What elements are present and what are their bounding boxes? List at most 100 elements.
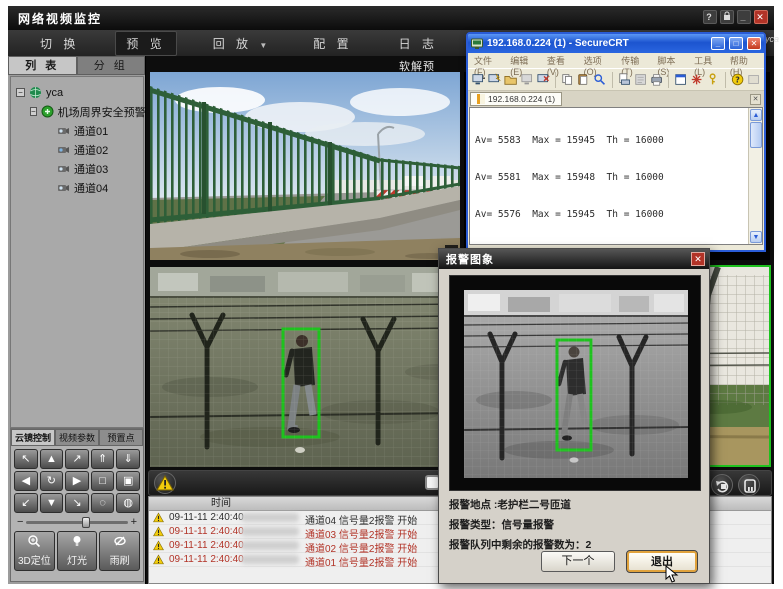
- menu-config[interactable]: 配 置: [303, 32, 362, 55]
- speed-slider[interactable]: [26, 521, 127, 524]
- crt-menu-view[interactable]: 查看(V): [547, 54, 575, 67]
- sessions-folder-icon[interactable]: [504, 72, 517, 87]
- collapse-icon[interactable]: −: [30, 107, 37, 116]
- tree-node-channel-01[interactable]: 通道01: [11, 121, 143, 140]
- ptz-iris-open-button[interactable]: ◌: [91, 493, 115, 513]
- tab-list[interactable]: 列 表: [8, 56, 77, 75]
- help-icon[interactable]: ?: [731, 72, 744, 87]
- wiper-button[interactable]: 雨刷: [99, 531, 140, 571]
- slider-plus-label[interactable]: +: [131, 516, 137, 528]
- copy-icon[interactable]: [561, 72, 574, 87]
- tree-node-group[interactable]: − 机场周界安全预警: [11, 102, 143, 121]
- ptz-pan-down-button[interactable]: ▼: [40, 493, 64, 513]
- next-alarm-button[interactable]: 下一个: [541, 551, 615, 572]
- tab-presets[interactable]: 预置点: [99, 429, 143, 446]
- alarm-image-dialog[interactable]: 报警图象 ✕: [438, 248, 710, 584]
- find-icon[interactable]: [593, 72, 606, 87]
- menu-switch[interactable]: 切 换: [30, 32, 89, 55]
- tree-node-channel-02[interactable]: 通道02: [11, 140, 143, 159]
- crt-minimize-button[interactable]: _: [711, 37, 725, 50]
- crt-maximize-button[interactable]: □: [729, 37, 743, 50]
- tab-ptz-control[interactable]: 云镜控制: [11, 429, 55, 446]
- tab-group[interactable]: 分 组: [77, 56, 146, 75]
- quick-connect-icon[interactable]: [488, 72, 501, 87]
- ptz-zoom-in-button[interactable]: ⇑: [91, 449, 115, 469]
- warning-triangle-icon: [153, 512, 164, 526]
- session-tab[interactable]: 192.168.0.224 (1): [470, 92, 562, 106]
- tab-close-icon[interactable]: ✕: [750, 94, 761, 105]
- light-button[interactable]: 灯光: [57, 531, 98, 571]
- about-icon[interactable]: [747, 72, 760, 87]
- ptz-button-grid: ↖ ▲ ↗ ⇑ ⇓ ◀ ↻ ▶ □ ▣ ↙ ▼ ↘ ◌ ◍: [11, 446, 143, 514]
- ptz-pan-up-right-button[interactable]: ↗: [65, 449, 89, 469]
- menu-preview[interactable]: 预 览: [115, 31, 176, 56]
- ptz-pan-down-right-button[interactable]: ↘: [65, 493, 89, 513]
- menu-playback[interactable]: 回 放 ▼: [203, 32, 278, 55]
- redacted-smudge: [241, 527, 299, 536]
- scroll-down-icon[interactable]: ▼: [750, 231, 762, 243]
- slider-thumb[interactable]: [82, 517, 90, 528]
- crt-close-button[interactable]: ✕: [747, 37, 761, 50]
- video-channel-bottom-left[interactable]: [150, 267, 460, 467]
- replay-icon: [712, 475, 734, 497]
- collapse-icon[interactable]: −: [16, 88, 25, 97]
- securecrt-window[interactable]: 192.168.0.224 (1) - SecureCRT _ □ ✕ 文件(F…: [466, 32, 766, 252]
- pause-record-button[interactable]: [738, 474, 760, 496]
- crt-menu-transfer[interactable]: 传输(T): [621, 54, 648, 67]
- ptz-pan-up-left-button[interactable]: ↖: [14, 449, 38, 469]
- menu-log[interactable]: 日 志: [389, 32, 448, 55]
- camera-icon: [57, 181, 70, 194]
- 3d-locate-button[interactable]: 3D定位: [14, 531, 55, 571]
- print-preview-icon[interactable]: [618, 72, 631, 87]
- ptz-pan-up-button[interactable]: ▲: [40, 449, 64, 469]
- minimize-button[interactable]: _: [737, 10, 751, 24]
- tree-node-channel-03[interactable]: 通道03: [11, 159, 143, 178]
- key-agent-icon[interactable]: [706, 72, 719, 87]
- clone-session-icon[interactable]: [521, 72, 534, 87]
- session-options-icon[interactable]: [690, 72, 703, 87]
- exit-button[interactable]: 退出: [627, 551, 697, 572]
- print-icon[interactable]: [650, 72, 663, 87]
- crt-menu-file[interactable]: 文件(F): [474, 54, 501, 67]
- lock-icon[interactable]: [720, 10, 734, 24]
- slider-minus-label[interactable]: −: [17, 516, 23, 528]
- warning-triangle-icon: [153, 540, 164, 554]
- replay-button[interactable]: [711, 474, 733, 496]
- ptz-focus-near-button[interactable]: □: [91, 471, 115, 491]
- ptz-pan-down-left-button[interactable]: ↙: [14, 493, 38, 513]
- toolbar-separator: [612, 72, 613, 88]
- crt-menu-options[interactable]: 选项(O): [584, 54, 613, 67]
- scrollbar-thumb[interactable]: [750, 122, 762, 148]
- properties-icon[interactable]: [674, 72, 687, 87]
- ptz-focus-far-button[interactable]: ▣: [116, 471, 140, 491]
- close-button[interactable]: ✕: [754, 10, 768, 24]
- crt-menu-script[interactable]: 脚本(S): [657, 54, 685, 67]
- ptz-pan-left-button[interactable]: ◀: [14, 471, 38, 491]
- video-channel-top-left[interactable]: [150, 72, 460, 260]
- alarm-location-text: 报警地点 :老护栏二号匝道: [449, 497, 571, 512]
- crt-menu-edit[interactable]: 编辑(E): [510, 54, 538, 67]
- alarm-dialog-title-bar[interactable]: 报警图象: [439, 249, 709, 269]
- ptz-auto-pan-button[interactable]: ↻: [40, 471, 64, 491]
- help-button[interactable]: ?: [703, 10, 717, 24]
- ptz-iris-close-button[interactable]: ◍: [116, 493, 140, 513]
- scroll-up-icon[interactable]: ▲: [750, 109, 762, 121]
- ptz-zoom-out-button[interactable]: ⇓: [116, 449, 140, 469]
- hex-view-icon[interactable]: [634, 72, 647, 87]
- disconnect-icon[interactable]: [537, 72, 550, 87]
- ptz-pan-right-button[interactable]: ▶: [65, 471, 89, 491]
- connect-icon[interactable]: [472, 72, 485, 87]
- tree-node-root[interactable]: − yca: [11, 83, 143, 102]
- terminal-line: Av= 5576 Max = 15945 Th = 16000: [475, 209, 664, 221]
- alarm-warning-button[interactable]: [154, 472, 176, 494]
- terminal-output[interactable]: Av= 5583 Max = 15945 Th = 16000 Av= 5581…: [469, 107, 763, 245]
- crt-menu-help[interactable]: 帮助(H): [730, 54, 758, 67]
- tab-video-params[interactable]: 视频参数: [55, 429, 99, 446]
- securecrt-title-bar[interactable]: 192.168.0.224 (1) - SecureCRT _ □ ✕: [468, 34, 764, 53]
- terminal-scrollbar[interactable]: ▲ ▼: [748, 108, 762, 244]
- ptz-speed-slider-row: − +: [11, 514, 143, 530]
- dialog-close-button[interactable]: ✕: [691, 252, 705, 266]
- tree-node-channel-04[interactable]: 通道04: [11, 178, 143, 197]
- paste-icon[interactable]: [577, 72, 590, 87]
- crt-menu-tools[interactable]: 工具(L): [694, 54, 721, 67]
